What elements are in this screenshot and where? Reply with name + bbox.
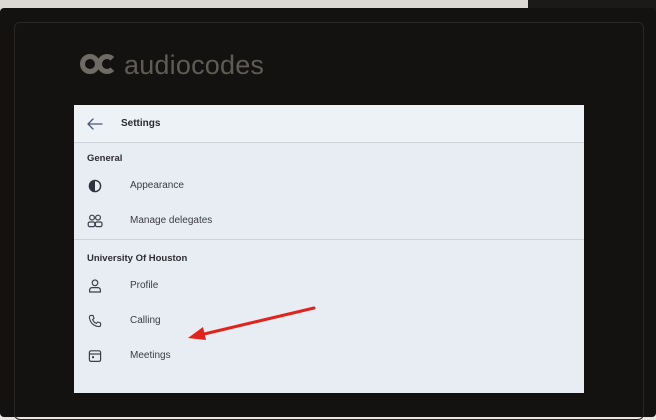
brand-logo: audiocodes [80, 48, 264, 82]
red-annotation-arrow-icon [188, 306, 316, 340]
phone-icon [86, 312, 104, 330]
settings-item-label: Profile [130, 280, 159, 291]
page-title: Settings [121, 118, 161, 129]
settings-item-calling[interactable]: Calling [74, 303, 584, 338]
settings-item-label: Meetings [130, 350, 171, 361]
settings-item-manage-delegates[interactable]: Manage delegates [74, 203, 584, 238]
brand-logo-text: audiocodes [124, 49, 265, 80]
section-title-general: General [87, 153, 123, 164]
calendar-icon [86, 347, 104, 365]
settings-item-profile[interactable]: Profile [74, 268, 584, 303]
section-title-organization: University Of Houston [87, 253, 188, 264]
back-arrow-icon[interactable] [87, 117, 103, 130]
settings-header: Settings [74, 105, 584, 143]
settings-item-label: Manage delegates [130, 215, 213, 226]
settings-item-meetings[interactable]: Meetings [74, 338, 584, 373]
contrast-icon [86, 177, 104, 195]
settings-item-label: Appearance [130, 180, 184, 191]
settings-screen: Settings General Appearance Manage deleg… [74, 105, 584, 393]
settings-item-label: Calling [130, 315, 161, 326]
settings-item-appearance[interactable]: Appearance [74, 168, 584, 203]
person-icon [86, 277, 104, 295]
people-icon [86, 212, 104, 230]
brand-logo-mark-icon [80, 51, 120, 79]
